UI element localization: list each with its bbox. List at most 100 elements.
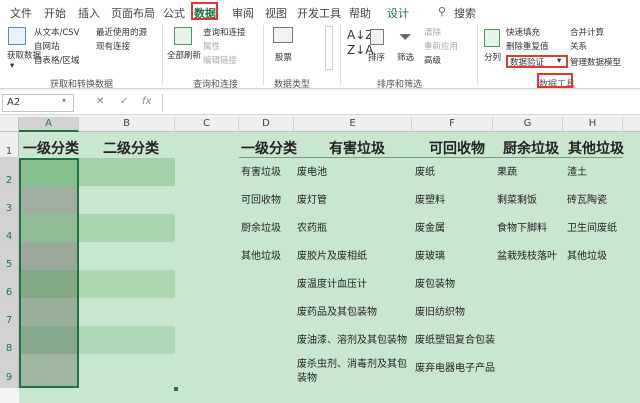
fill-handle[interactable] (174, 387, 178, 391)
advanced-button[interactable]: 高级 (424, 54, 441, 66)
table-header-kitchen: 厨余垃圾 (503, 141, 559, 157)
list-item[interactable]: 盆栽残枝落叶 (497, 250, 557, 264)
clear-button[interactable]: 清除 (424, 26, 441, 38)
list-item[interactable]: 废塑料 (415, 194, 445, 208)
cancel-icon[interactable]: ✕ (96, 96, 104, 107)
split-icon[interactable] (484, 29, 500, 47)
list-item[interactable]: 装物 (297, 372, 317, 386)
cell-area[interactable]: 一级分类 二级分类 一级分类 有害垃圾 可回收物 厨余垃圾 其他垃圾 有害垃圾 … (19, 132, 640, 403)
search-icon[interactable]: ⚲ (438, 5, 446, 18)
col-header-b[interactable]: B (79, 117, 175, 132)
list-item[interactable]: 剩菜剩饭 (497, 194, 537, 208)
list-item[interactable]: 果蔬 (497, 166, 517, 180)
queries-connections-button[interactable]: 查询和连接 (203, 26, 246, 38)
col-header-h[interactable]: H (563, 117, 623, 132)
filter-button[interactable]: 筛选 (397, 51, 414, 63)
row-header-7[interactable]: 7 (0, 298, 19, 326)
stocks-button[interactable]: 股票 (275, 51, 292, 63)
enter-icon[interactable]: ✓ (120, 96, 128, 107)
row-header-6[interactable]: 6 (0, 270, 19, 298)
datatypes-scroll[interactable] (325, 26, 333, 70)
list-item[interactable]: 废旧纺织物 (415, 306, 465, 320)
col-header-a[interactable]: A (19, 117, 79, 132)
list-item[interactable]: 废杀虫剂、消毒剂及其包 (297, 358, 407, 372)
get-data-dropdown-icon[interactable]: ▾ (10, 61, 14, 71)
search-label[interactable]: 搜索 (454, 5, 476, 21)
col-header-f[interactable]: F (412, 117, 493, 132)
row-header-3[interactable]: 3 (0, 186, 19, 214)
tab-review[interactable]: 审阅 (232, 5, 254, 21)
list-item[interactable]: 卫生间废纸 (567, 222, 617, 236)
list-item[interactable]: 厨余垃圾 (241, 222, 281, 236)
row-header-1[interactable]: 1 (0, 132, 19, 158)
list-item[interactable]: 其他垃圾 (241, 250, 281, 264)
cell-b8[interactable] (79, 326, 175, 354)
tab-insert[interactable]: 插入 (78, 5, 100, 21)
split-button[interactable]: 分列 (484, 51, 501, 63)
list-item[interactable]: 废温度计血压计 (297, 278, 367, 292)
sort-icon[interactable] (370, 29, 384, 45)
manage-data-model-button[interactable]: 管理数据模型 (570, 56, 621, 68)
from-text-csv-button[interactable]: 从文本/CSV (34, 26, 80, 38)
tab-page-layout[interactable]: 页面布局 (111, 5, 155, 21)
select-all-corner[interactable] (0, 117, 19, 132)
row-header-9[interactable]: 9 (0, 354, 19, 388)
col-header-d[interactable]: D (239, 117, 294, 132)
existing-connections-button[interactable]: 现有连接 (96, 40, 130, 52)
tab-design[interactable]: 设计 (387, 5, 409, 21)
cell-b2[interactable] (79, 158, 175, 186)
tab-developer[interactable]: 开发工具 (297, 5, 341, 21)
list-item[interactable]: 废玻璃 (415, 250, 445, 264)
name-box-dropdown-icon[interactable]: ▾ (62, 96, 66, 105)
get-data-icon[interactable] (8, 27, 26, 45)
list-item[interactable]: 废纸 (415, 166, 435, 180)
reapply-button[interactable]: 重新应用 (424, 40, 458, 52)
tab-file[interactable]: 文件 (10, 5, 32, 21)
list-item[interactable]: 砖瓦陶瓷 (567, 194, 607, 208)
list-item[interactable]: 废电池 (297, 166, 327, 180)
relationships-button[interactable]: 关系 (570, 40, 587, 52)
from-web-button[interactable]: 自网站 (34, 40, 60, 52)
list-item[interactable]: 废纸塑铝复合包装 (415, 334, 495, 348)
row-header-8[interactable]: 8 (0, 326, 19, 354)
cell-b4[interactable] (79, 214, 175, 242)
list-item[interactable]: 农药瓶 (297, 222, 327, 236)
remove-duplicates-button[interactable]: 删除重复值 (506, 40, 549, 52)
from-table-button[interactable]: 自表格/区域 (34, 54, 79, 66)
row-header-5[interactable]: 5 (0, 242, 19, 270)
edit-links-button[interactable]: 编辑链接 (203, 54, 237, 66)
row-header-4[interactable]: 4 (0, 214, 19, 242)
filter-icon[interactable]: ⏷ (399, 27, 412, 47)
list-item[interactable]: 可回收物 (241, 194, 281, 208)
tab-help[interactable]: 帮助 (349, 5, 371, 21)
col-header-g[interactable]: G (493, 117, 563, 132)
list-item[interactable]: 废灯管 (297, 194, 327, 208)
list-item[interactable]: 废弃电器电子产品 (415, 362, 495, 376)
list-item[interactable]: 食物下脚料 (497, 222, 547, 236)
stocks-icon[interactable] (273, 27, 293, 43)
tab-home[interactable]: 开始 (44, 5, 66, 21)
insert-function-icon[interactable]: fx (142, 96, 151, 107)
refresh-all-button[interactable]: 全部刷新 (167, 49, 201, 61)
list-item[interactable]: 废油漆、溶剂及其包装物 (297, 334, 407, 348)
col-header-e[interactable]: E (294, 117, 412, 132)
tab-view[interactable]: 视图 (265, 5, 287, 21)
consolidate-button[interactable]: 合并计算 (570, 26, 604, 38)
list-item[interactable]: 废胶片及废相纸 (297, 250, 367, 264)
tab-formulas[interactable]: 公式 (163, 5, 185, 21)
list-item[interactable]: 有害垃圾 (241, 166, 281, 180)
list-item[interactable]: 废包装物 (415, 278, 455, 292)
list-item[interactable]: 废金属 (415, 222, 445, 236)
recent-sources-button[interactable]: 最近使用的源 (96, 26, 147, 38)
cell-b6[interactable] (79, 270, 175, 298)
refresh-all-icon[interactable] (174, 27, 192, 45)
col-header-c[interactable]: C (175, 117, 239, 132)
list-item[interactable]: 渣土 (567, 166, 587, 180)
formula-input[interactable] (162, 94, 638, 112)
list-item[interactable]: 废药品及其包装物 (297, 306, 377, 320)
flash-fill-button[interactable]: 快速填充 (506, 26, 540, 38)
list-item[interactable]: 其他垃圾 (567, 250, 607, 264)
sort-button[interactable]: 排序 (368, 51, 385, 63)
properties-button[interactable]: 属性 (203, 40, 220, 52)
row-header-2[interactable]: 2 (0, 158, 19, 186)
